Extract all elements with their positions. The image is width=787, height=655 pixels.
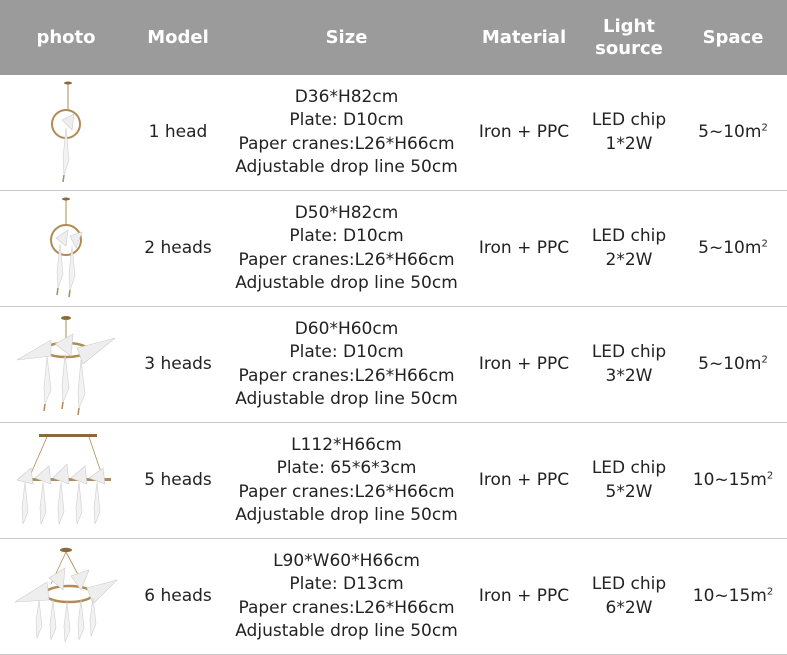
size-cell: D36*H82cm Plate: D10cm Paper cranes:L26*…: [224, 75, 469, 190]
size-cell: D60*H60cm Plate: D10cm Paper cranes:L26*…: [224, 307, 469, 422]
space-unit-sup: 2: [766, 586, 774, 598]
light-line: LED chip: [591, 574, 667, 594]
space-value: 10~15m: [692, 585, 767, 606]
size-cell: D50*H82cm Plate: D10cm Paper cranes:L26*…: [224, 191, 469, 306]
size-line: D60*H60cm: [294, 318, 399, 339]
space-value: 5~10m: [698, 237, 762, 258]
light-cell: LED chip 2*2W: [579, 191, 679, 306]
size-line: L90*W60*H66cm: [273, 550, 420, 571]
material-cell: Iron + PPC: [478, 237, 570, 258]
model-cell: 6 heads: [144, 585, 212, 606]
light-line: LED chip: [591, 458, 667, 478]
lamp-photo-2-heads: [0, 191, 132, 306]
spec-table: photo Model Size Material Light source S…: [0, 0, 787, 655]
space-cell: 10~15m2: [679, 423, 787, 538]
size-line: Plate: D10cm: [289, 226, 404, 246]
space-unit-sup: 2: [761, 238, 768, 250]
size-cell: L90*W60*H66cm Plate: D13cm Paper cranes:…: [224, 539, 469, 654]
space-cell: 5~10m2: [679, 75, 787, 190]
size-line: L112*H66cm: [291, 434, 402, 455]
lamp-photo-3-heads: [0, 307, 132, 422]
table-row: 1 head D36*H82cm Plate: D10cm Paper cran…: [0, 75, 787, 191]
size-line: Adjustable drop line 50cm: [235, 505, 458, 525]
model-cell: 3 heads: [144, 353, 212, 374]
light-cell: LED chip 1*2W: [579, 75, 679, 190]
size-line: Adjustable drop line 50cm: [235, 273, 458, 293]
space-cell: 10~15m2: [679, 539, 787, 654]
model-cell: 2 heads: [144, 237, 212, 258]
size-line: D50*H82cm: [294, 202, 399, 223]
table-row: 6 heads L90*W60*H66cm Plate: D13cm Paper…: [0, 539, 787, 655]
space-value: 5~10m: [698, 121, 762, 142]
lamp-photo-6-heads: [0, 539, 132, 654]
light-line: 3*2W: [605, 365, 653, 386]
header-space: Space: [702, 26, 764, 48]
light-cell: LED chip 5*2W: [579, 423, 679, 538]
light-line: 5*2W: [605, 481, 653, 502]
space-value: 5~10m: [698, 353, 762, 374]
size-line: Plate: D10cm: [289, 342, 404, 362]
space-cell: 5~10m2: [679, 191, 787, 306]
header-size: Size: [325, 26, 368, 48]
size-line: Paper cranes:L26*H66cm: [238, 597, 455, 618]
light-line: 2*2W: [605, 249, 653, 270]
light-line: LED chip: [591, 226, 667, 246]
space-cell: 5~10m2: [679, 307, 787, 422]
size-line: D36*H82cm: [294, 86, 399, 107]
size-line: Paper cranes:L26*H66cm: [238, 133, 455, 154]
header-light-line2: source: [595, 37, 663, 59]
material-cell: Iron + PPC: [478, 469, 570, 490]
material-cell: Iron + PPC: [478, 585, 570, 606]
space-unit-sup: 2: [761, 354, 768, 366]
space-unit-sup: 2: [766, 470, 774, 482]
header-light-source: Light source: [579, 0, 679, 75]
table-header: photo Model Size Material Light source S…: [0, 0, 787, 75]
table-row: 3 heads D60*H60cm Plate: D10cm Paper cra…: [0, 307, 787, 423]
material-cell: Iron + PPC: [478, 121, 570, 142]
light-cell: LED chip 6*2W: [579, 539, 679, 654]
space-unit-sup: 2: [761, 122, 768, 134]
table-row: 2 heads D50*H82cm Plate: D10cm Paper cra…: [0, 191, 787, 307]
material-cell: Iron + PPC: [478, 353, 570, 374]
size-line: Plate: D10cm: [289, 110, 404, 130]
model-cell: 5 heads: [144, 469, 212, 490]
model-cell: 1 head: [148, 121, 208, 142]
size-cell: L112*H66cm Plate: 65*6*3cm Paper cranes:…: [224, 423, 469, 538]
size-line: Plate: 65*6*3cm: [276, 458, 417, 478]
size-line: Paper cranes:L26*H66cm: [238, 365, 455, 386]
lamp-photo-5-heads: [0, 423, 132, 538]
light-line: LED chip: [591, 342, 667, 362]
space-value: 10~15m: [692, 469, 767, 490]
header-photo: photo: [36, 26, 96, 48]
size-line: Adjustable drop line 50cm: [235, 157, 458, 177]
size-line: Paper cranes:L26*H66cm: [238, 481, 455, 502]
light-cell: LED chip 3*2W: [579, 307, 679, 422]
size-line: Adjustable drop line 50cm: [235, 621, 458, 641]
size-line: Paper cranes:L26*H66cm: [238, 249, 455, 270]
size-line: Adjustable drop line 50cm: [235, 389, 458, 409]
size-line: Plate: D13cm: [289, 574, 404, 594]
table-row: 5 heads L112*H66cm Plate: 65*6*3cm Paper…: [0, 423, 787, 539]
header-model: Model: [147, 26, 209, 48]
light-line: LED chip: [591, 110, 667, 130]
light-line: 1*2W: [605, 133, 653, 154]
header-light-line1: Light: [603, 15, 655, 37]
light-line: 6*2W: [605, 597, 653, 618]
lamp-photo-1-head: [0, 75, 132, 190]
header-material: Material: [481, 26, 567, 48]
